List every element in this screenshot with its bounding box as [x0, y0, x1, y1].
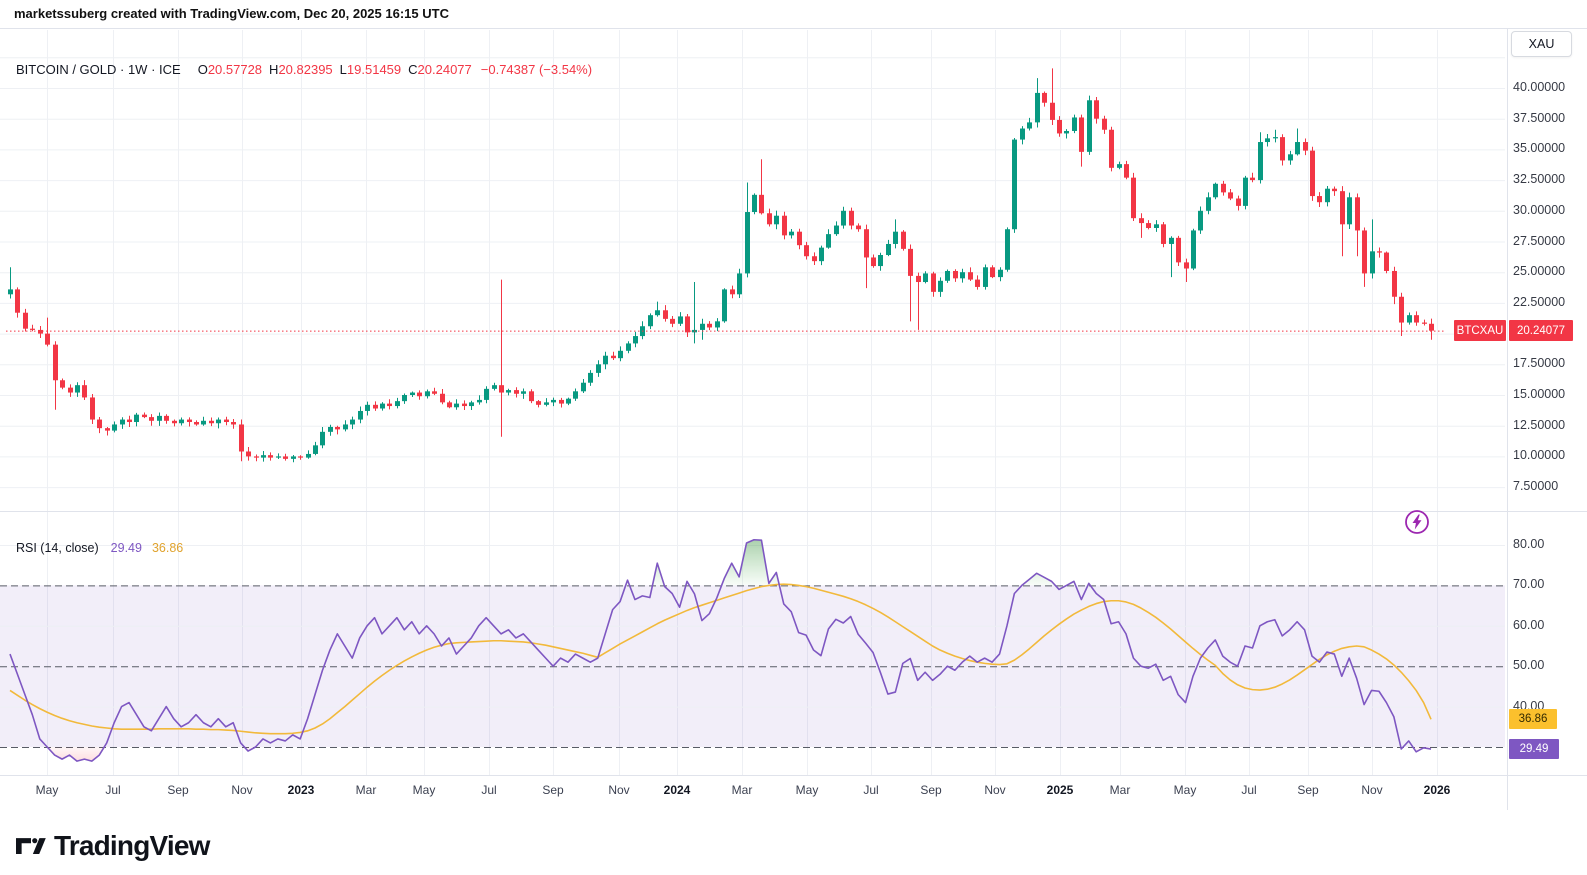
time-label: Nov [597, 783, 641, 797]
last-price-value-tag: 20.24077 [1509, 320, 1573, 341]
tradingview-chart-screen: marketssuberg created with TradingView.c… [0, 0, 1587, 875]
time-label: May [785, 783, 829, 797]
time-label: 2024 [655, 783, 699, 797]
rsi-ma-legend-value: 36.86 [152, 541, 183, 555]
rsi-legend-value: 29.49 [111, 541, 142, 555]
price-tick: 12.50000 [1513, 418, 1565, 432]
time-label: May [402, 783, 446, 797]
time-label: Nov [973, 783, 1017, 797]
time-label: Jul [1227, 783, 1271, 797]
ohlc-letter: O [198, 62, 208, 77]
time-label: 2023 [279, 783, 323, 797]
time-label: Mar [1098, 783, 1142, 797]
price-tick: 35.00000 [1513, 141, 1565, 155]
ohlc-number: 19.51459 [347, 62, 401, 77]
time-label: Mar [344, 783, 388, 797]
ohlc-number: 20.24077 [418, 62, 472, 77]
price-tick: 30.00000 [1513, 203, 1565, 217]
time-label: Sep [531, 783, 575, 797]
rsi-tick: 60.00 [1513, 618, 1544, 632]
ohlc-number: 20.57728 [208, 62, 262, 77]
time-label: Sep [156, 783, 200, 797]
ohlc-values: O20.57728H20.82395L19.51459C20.24077 [191, 62, 472, 77]
time-label: Nov [220, 783, 264, 797]
price-tick: 27.50000 [1513, 234, 1565, 248]
symbol-title[interactable]: BITCOIN / GOLD · 1W · ICE [16, 62, 181, 77]
time-label: Sep [1286, 783, 1330, 797]
ohlc-letter: C [408, 62, 417, 77]
last-price-symbol-tag: BTCXAU [1454, 320, 1506, 341]
price-tick: 7.50000 [1513, 479, 1558, 493]
price-tick: 15.00000 [1513, 387, 1565, 401]
rsi-title: RSI (14, close) [16, 541, 99, 555]
time-axis[interactable]: May Jul Sep Nov 2023 Mar May Jul Sep Nov 2024 Mar Ma… [0, 775, 1587, 809]
rsi-value-tag: 29.49 [1509, 739, 1559, 759]
time-label: 2025 [1038, 783, 1082, 797]
tradingview-logo-icon [16, 834, 46, 859]
time-label: Sep [909, 783, 953, 797]
rsi-ma-value-tag: 36.86 [1509, 709, 1557, 729]
time-label: Jul [849, 783, 893, 797]
chart-area: BITCOIN / GOLD · 1W · ICEO20.57728H20.82… [0, 28, 1587, 810]
time-label: Jul [467, 783, 511, 797]
symbol-legend[interactable]: BITCOIN / GOLD · 1W · ICEO20.57728H20.82… [16, 62, 592, 77]
price-tick: 32.50000 [1513, 172, 1565, 186]
rsi-legend[interactable]: RSI (14, close) 29.49 36.86 [16, 541, 183, 555]
ohlc-letter: L [340, 62, 347, 77]
time-label: Mar [720, 783, 764, 797]
price-scale-unit-button[interactable]: XAU [1511, 31, 1572, 57]
price-tick: 22.50000 [1513, 295, 1565, 309]
ohlc-number: 20.82395 [278, 62, 332, 77]
price-tick: 25.00000 [1513, 264, 1565, 278]
time-label: 2026 [1415, 783, 1459, 797]
time-label: Nov [1350, 783, 1394, 797]
price-tick: 10.00000 [1513, 448, 1565, 462]
rsi-tick: 50.00 [1513, 658, 1544, 672]
price-scale[interactable]: 40.00000 37.50000 35.00000 32.50000 30.00000… [1507, 28, 1587, 810]
time-label: May [25, 783, 69, 797]
rsi-tick: 70.00 [1513, 577, 1544, 591]
price-tick: 37.50000 [1513, 111, 1565, 125]
time-label: Jul [91, 783, 135, 797]
time-label: May [1163, 783, 1207, 797]
rsi-tick: 80.00 [1513, 537, 1544, 551]
price-tick: 40.00000 [1513, 80, 1565, 94]
attribution-text: marketssuberg created with TradingView.c… [14, 6, 449, 21]
tradingview-logo[interactable]: TradingView [16, 830, 210, 862]
change-value: −0.74387 (−3.54%) [481, 62, 592, 77]
boost-lightning-icon[interactable] [1403, 508, 1431, 536]
chart-canvas[interactable] [0, 28, 1587, 810]
tradingview-logo-text: TradingView [54, 830, 210, 862]
price-tick: 17.50000 [1513, 356, 1565, 370]
